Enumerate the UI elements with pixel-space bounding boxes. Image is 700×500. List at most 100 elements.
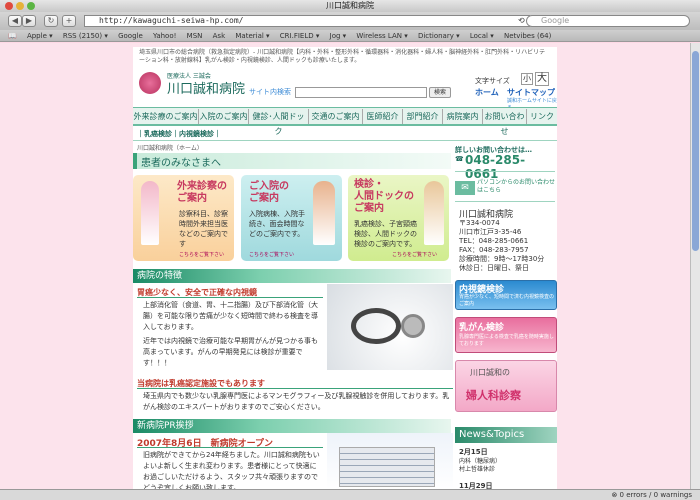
nav-inpatient[interactable]: 入院のご案内 bbox=[199, 109, 249, 124]
bookmark-apple[interactable]: Apple ▾ bbox=[27, 32, 53, 40]
mail-icon[interactable]: ✉ bbox=[455, 181, 475, 195]
bookmark-dictionary[interactable]: Dictionary ▾ bbox=[418, 32, 460, 40]
nav-departments[interactable]: 部門紹介 bbox=[403, 109, 443, 124]
bookmark-local[interactable]: Local ▾ bbox=[470, 32, 494, 40]
closed-days: 休診日：日曜日、祭日 bbox=[459, 264, 529, 272]
card-inpatient[interactable]: ご入院の ご案内 入院病棟、入院手続き、面会時間などのご案内です。 こちらをご覧… bbox=[241, 175, 342, 261]
contact-phone[interactable]: 048-285-0661 bbox=[465, 153, 557, 181]
back-button[interactable]: ◀ bbox=[8, 15, 22, 27]
bookmark-jog[interactable]: Jog ▾ bbox=[330, 32, 347, 40]
page-content: 埼玉県川口市の総合病院（救急指定病院）- 川口誠和病院【内科・外科・整形外科・循… bbox=[133, 47, 557, 492]
window-title: 川口誠和病院 bbox=[326, 1, 374, 10]
search-placeholder: Google bbox=[541, 16, 570, 25]
minimize-window-button[interactable] bbox=[16, 2, 24, 10]
news-heading: News&Topics bbox=[455, 427, 557, 443]
card-inpatient-more[interactable]: こちらをご覧下さい bbox=[249, 251, 294, 258]
news-text[interactable]: 内科（糖尿病） 村上哲雄休診 bbox=[459, 458, 501, 474]
bookmark-crifield[interactable]: CRI.FIELD ▾ bbox=[280, 32, 320, 40]
breast-cancer-body: 乳腺専門医による検査で乳癌を随時実施しております bbox=[459, 334, 554, 347]
scrollbar-thumb[interactable] bbox=[692, 51, 699, 251]
address-street: 川口市江戸3-35-46 bbox=[459, 228, 522, 236]
hospital-building-icon bbox=[339, 447, 435, 487]
site-search-button[interactable]: 検索 bbox=[429, 87, 451, 98]
features-p2: 近年では内視鏡で治療可能な早期胃がんが見つかる事も高まっています。がんの早期発見… bbox=[143, 337, 318, 367]
bookmark-material[interactable]: Material ▾ bbox=[235, 32, 269, 40]
gynecology-line2: 婦人科診察 bbox=[466, 389, 521, 402]
breast-cancer-title: 乳がん検診 bbox=[459, 323, 505, 333]
mail-link[interactable]: パソコンからのお問い合わせはこちら bbox=[477, 179, 555, 195]
close-window-button[interactable] bbox=[5, 2, 13, 10]
browser-toolbar: ◀ ▶ ↻ + http://kawaguchi-seiwa-hp.com/ ⟲… bbox=[0, 12, 700, 30]
card-checkup-body: 乳癌検診、子宮頸癌検診、人間ドックの検診のご案内です。 bbox=[354, 220, 417, 248]
address-fax: FAX：048-283-7957 bbox=[459, 246, 529, 254]
bookmark-rss[interactable]: RSS (2150) ▾ bbox=[63, 32, 108, 40]
endoscopy-body: 胃癌が少なく、短時間で済む内視鏡検査のご案内 bbox=[459, 294, 555, 307]
nav-access[interactable]: 交通のご案内 bbox=[309, 109, 363, 124]
bookmark-yahoo[interactable]: Yahoo! bbox=[153, 32, 176, 40]
status-bar: ⊗ 0 errors / 0 warnings bbox=[0, 489, 700, 500]
text-size-label: 文字サイズ bbox=[475, 77, 510, 85]
nav-doctors[interactable]: 医師紹介 bbox=[363, 109, 403, 124]
card-checkup-more[interactable]: こちらをご覧下さい bbox=[392, 251, 437, 258]
divider bbox=[137, 447, 323, 448]
browser-window: 川口誠和病院 ◀ ▶ ↻ + http://kawaguchi-seiwa-hp… bbox=[0, 0, 700, 500]
endoscopy-banner[interactable]: 内視鏡検診 胃癌が少なく、短時間で済む内視鏡検査のご案内 bbox=[455, 280, 557, 310]
clinic-hours: 診療時間：9時〜17時30分 bbox=[459, 255, 545, 263]
add-bookmark-button[interactable]: + bbox=[62, 15, 76, 27]
greeting-title: 患者のみなさまへ bbox=[141, 158, 221, 169]
card-outpatient[interactable]: 外来診察の ご案内 診察科目、診察時間外来担当医などのご案内です こちらをご覧下… bbox=[133, 175, 234, 261]
nav-about[interactable]: 病院案内 bbox=[443, 109, 483, 124]
stethoscope-head-icon bbox=[401, 314, 425, 338]
card-checkup[interactable]: 検診・ 人間ドックの ご案内 乳癌検診、子宮頸癌検診、人間ドックの検診のご案内で… bbox=[348, 175, 449, 261]
tagline: 埼玉県川口市の総合病院（救急指定病院）- 川口誠和病院【内科・外科・整形外科・循… bbox=[139, 49, 546, 64]
home-link[interactable]: ホーム bbox=[475, 87, 499, 98]
nav-checkup[interactable]: 健診･人間ドック bbox=[249, 109, 309, 136]
vertical-scrollbar[interactable] bbox=[690, 43, 700, 489]
snapback-icon[interactable]: ⟲ bbox=[518, 16, 525, 25]
address-tel: TEL：048-285-0661 bbox=[459, 237, 529, 245]
address-bar[interactable]: http://kawaguchi-seiwa-hp.com/ bbox=[84, 15, 530, 27]
news-date: 2月15日 bbox=[459, 448, 488, 456]
bookmark-netvibes[interactable]: Netvibes (64) bbox=[504, 32, 551, 40]
breast-cancer-banner[interactable]: 乳がん検診 乳腺専門医による検査で乳癌を随時実施しております bbox=[455, 317, 557, 353]
nurse-illustration-icon bbox=[141, 181, 159, 245]
card-inpatient-title: ご入院の ご案内 bbox=[249, 181, 289, 204]
stethoscope-photo bbox=[327, 284, 453, 370]
nav-outpatient[interactable]: 外来診療のご案内 bbox=[133, 109, 199, 124]
bookmarks-book-icon[interactable]: 📖 bbox=[8, 32, 17, 40]
features-p3: 埼玉県内でも数少ない乳腺専門医によるマンモグラフィー及び乳腺視触診を併用しており… bbox=[143, 392, 450, 411]
hospital-logo-icon[interactable] bbox=[139, 72, 161, 94]
title-bar: 川口誠和病院 bbox=[0, 0, 700, 12]
card-checkup-title: 検診・ 人間ドックの ご案内 bbox=[354, 179, 414, 214]
gynecology-line1: 川口誠和の bbox=[470, 368, 510, 377]
bookmark-google[interactable]: Google bbox=[118, 32, 143, 40]
pr-heading: 新病院PR挨拶 bbox=[133, 419, 451, 433]
bookmark-msn[interactable]: MSN bbox=[187, 32, 203, 40]
gynecology-banner[interactable]: 川口誠和の 婦人科診察 bbox=[455, 360, 557, 412]
sub-nav[interactable]: ｜乳癌検診｜内視鏡検診｜ bbox=[137, 129, 221, 139]
reload-button[interactable]: ↻ bbox=[44, 15, 58, 27]
divider bbox=[455, 201, 555, 202]
text-size-small-button[interactable]: 小 bbox=[521, 73, 533, 85]
phone-icon: ☎ bbox=[455, 155, 464, 163]
card-outpatient-more[interactable]: こちらをご覧下さい bbox=[179, 251, 224, 258]
text-size-large-button[interactable]: 大 bbox=[535, 72, 549, 86]
hospital-name[interactable]: 川口誠和病院 bbox=[167, 78, 245, 97]
nav-contact[interactable]: お問い合わせ bbox=[483, 109, 527, 136]
divider bbox=[137, 388, 453, 389]
address-postal: 〒334-0074 bbox=[459, 219, 500, 227]
doctor-illustration-icon bbox=[313, 181, 335, 245]
nav-links[interactable]: リンク bbox=[527, 109, 557, 124]
bookmarks-bar: 📖 Apple ▾ RSS (2150) ▾ Google Yahoo! MSN… bbox=[0, 30, 700, 42]
card-outpatient-title: 外来診察の ご案内 bbox=[177, 181, 227, 204]
browser-search-field[interactable]: Google bbox=[526, 15, 690, 27]
bookmark-wireless-lan[interactable]: Wireless LAN ▾ bbox=[356, 32, 407, 40]
new-hospital-photo bbox=[327, 433, 453, 489]
forward-button[interactable]: ▶ bbox=[22, 15, 36, 27]
breadcrumb: 川口誠和病院（ホーム） bbox=[137, 145, 203, 152]
bookmark-ask[interactable]: Ask bbox=[213, 32, 226, 40]
pr-body: 旧病院ができてから24年経ちました。川口誠和病院もいよいよ新しく生まれ変わります… bbox=[143, 451, 320, 492]
zoom-window-button[interactable] bbox=[27, 2, 35, 10]
card-inpatient-body: 入院病棟、入院手続き、面会時間などのご案内です。 bbox=[249, 210, 305, 238]
site-search-input[interactable] bbox=[295, 87, 427, 98]
